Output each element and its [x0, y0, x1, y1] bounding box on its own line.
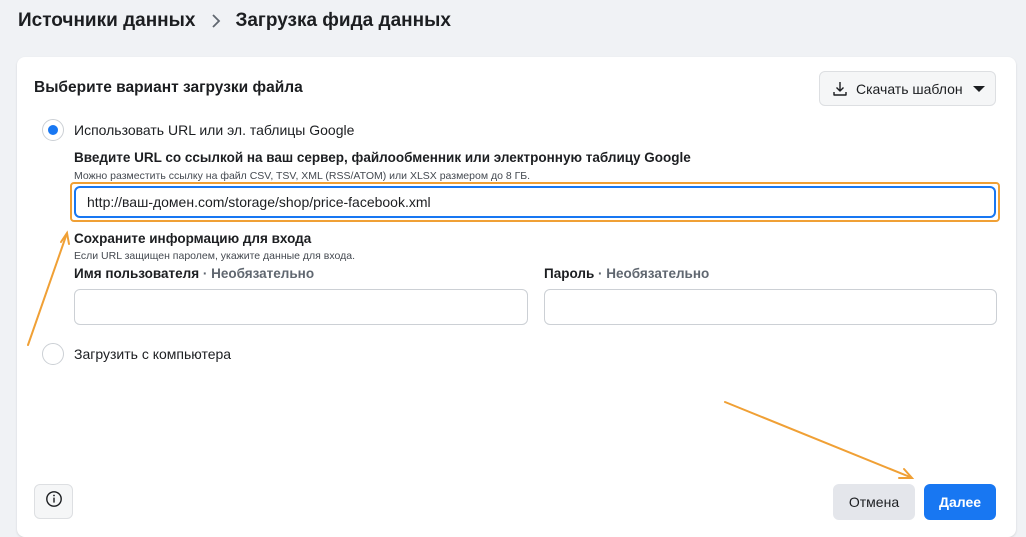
download-template-label: Скачать шаблон	[856, 80, 963, 97]
upload-card: Выберите вариант загрузки файла Скачать …	[17, 57, 1016, 537]
username-input[interactable]	[74, 289, 528, 325]
url-input-value: http://ваш-домен.com/storage/shop/price-…	[87, 194, 431, 210]
username-label: Имя пользователя · Необязательно	[74, 266, 315, 281]
cancel-button[interactable]: Отмена	[833, 484, 915, 520]
info-button[interactable]	[34, 484, 73, 519]
card-title: Выберите вариант загрузки файла	[34, 79, 303, 96]
download-icon	[832, 81, 848, 97]
breadcrumb: Источники данных Загрузка фида данных	[18, 8, 451, 34]
breadcrumb-parent[interactable]: Источники данных	[18, 10, 195, 32]
password-optional: · Необязательно	[594, 266, 710, 281]
breadcrumb-current: Загрузка фида данных	[235, 10, 451, 31]
password-label: Пароль · Необязательно	[544, 266, 710, 281]
caret-down-icon	[973, 85, 985, 92]
password-input[interactable]	[544, 289, 997, 325]
info-icon	[45, 490, 63, 513]
url-highlight-frame: http://ваш-домен.com/storage/shop/price-…	[70, 182, 1000, 222]
login-title: Сохраните информацию для входа	[74, 231, 312, 246]
radio-computer-label[interactable]: Загрузить с компьютера	[74, 346, 231, 362]
next-button[interactable]: Далее	[924, 484, 996, 520]
url-field-hint: Можно разместить ссылку на файл CSV, TSV…	[74, 170, 531, 182]
download-template-button[interactable]: Скачать шаблон	[819, 71, 996, 106]
chevron-right-icon	[209, 14, 223, 28]
url-field-title: Введите URL со ссылкой на ваш сервер, фа…	[74, 150, 691, 165]
login-hint: Если URL защищен паролем, укажите данные…	[74, 250, 355, 262]
url-input[interactable]: http://ваш-домен.com/storage/shop/price-…	[75, 187, 995, 217]
radio-computer-option[interactable]	[42, 343, 64, 365]
username-optional: · Необязательно	[199, 266, 315, 281]
radio-url-option[interactable]	[42, 119, 64, 141]
radio-url-label[interactable]: Использовать URL или эл. таблицы Google	[74, 122, 354, 138]
